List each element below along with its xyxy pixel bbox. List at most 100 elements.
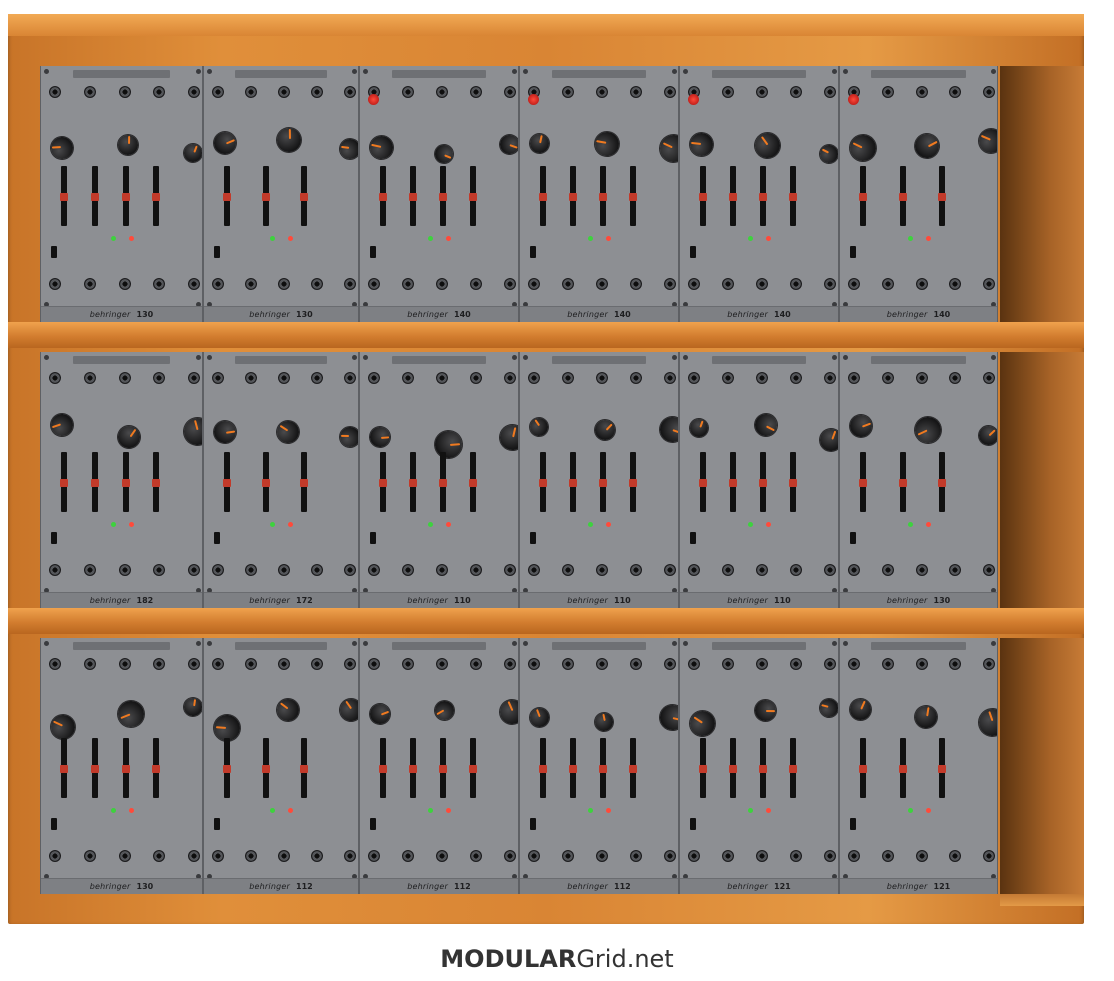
patch-jack[interactable]	[368, 658, 380, 670]
patch-jack[interactable]	[596, 278, 608, 290]
patch-jack[interactable]	[83, 278, 96, 290]
control-knob[interactable]	[272, 416, 304, 447]
patch-jack[interactable]	[49, 86, 61, 98]
patch-jack[interactable]	[188, 850, 200, 862]
range-switch[interactable]	[51, 532, 57, 544]
patch-jack[interactable]	[915, 86, 928, 98]
fader-slider[interactable]	[789, 452, 797, 512]
patch-jack[interactable]	[881, 850, 894, 862]
patch-jack[interactable]	[722, 86, 734, 98]
fader-slider[interactable]	[409, 166, 417, 226]
patch-jack[interactable]	[881, 564, 894, 576]
fader-slider[interactable]	[629, 166, 637, 226]
patch-jack[interactable]	[344, 372, 356, 384]
fader-slider[interactable]	[629, 452, 637, 512]
patch-jack[interactable]	[756, 372, 768, 384]
patch-jack[interactable]	[562, 278, 574, 290]
patch-jack[interactable]	[153, 850, 166, 862]
patch-jack[interactable]	[528, 564, 540, 576]
patch-jack[interactable]	[848, 850, 860, 862]
control-knob[interactable]	[182, 697, 202, 718]
patch-jack[interactable]	[402, 278, 414, 290]
patch-jack[interactable]	[212, 850, 224, 862]
patch-jack[interactable]	[790, 372, 802, 384]
fader-slider[interactable]	[599, 166, 607, 226]
control-knob[interactable]	[496, 695, 518, 728]
patch-jack[interactable]	[688, 278, 700, 290]
patch-jack[interactable]	[212, 564, 224, 576]
fader-slider[interactable]	[898, 452, 907, 512]
patch-jack[interactable]	[881, 278, 894, 290]
control-knob[interactable]	[846, 411, 876, 440]
patch-jack[interactable]	[756, 658, 768, 670]
fader-slider[interactable]	[759, 452, 767, 512]
patch-jack[interactable]	[848, 372, 860, 384]
fader-slider[interactable]	[898, 738, 907, 798]
control-knob[interactable]	[113, 421, 144, 452]
patch-jack[interactable]	[824, 372, 836, 384]
patch-jack[interactable]	[504, 850, 516, 862]
fader-slider[interactable]	[223, 452, 231, 512]
patch-jack[interactable]	[344, 278, 356, 290]
patch-jack[interactable]	[245, 564, 257, 576]
range-switch[interactable]	[850, 818, 856, 830]
fader-slider[interactable]	[859, 452, 867, 512]
range-switch[interactable]	[690, 532, 696, 544]
range-switch[interactable]	[51, 246, 57, 258]
patch-jack[interactable]	[722, 850, 734, 862]
patch-jack[interactable]	[915, 372, 928, 384]
fader-slider[interactable]	[759, 738, 767, 798]
fader-slider[interactable]	[599, 738, 607, 798]
patch-jack[interactable]	[596, 850, 608, 862]
fader-slider[interactable]	[379, 166, 387, 226]
patch-jack[interactable]	[504, 658, 516, 670]
patch-jack[interactable]	[436, 850, 448, 862]
control-knob[interactable]	[432, 142, 456, 166]
range-switch[interactable]	[690, 246, 696, 258]
manual-gate-button[interactable]	[688, 94, 699, 105]
patch-jack[interactable]	[630, 372, 642, 384]
patch-jack[interactable]	[983, 278, 995, 290]
fader-slider[interactable]	[261, 166, 270, 226]
patch-jack[interactable]	[311, 850, 323, 862]
patch-jack[interactable]	[881, 658, 894, 670]
patch-jack[interactable]	[949, 372, 962, 384]
patch-jack[interactable]	[504, 372, 516, 384]
control-knob[interactable]	[367, 133, 396, 161]
patch-jack[interactable]	[688, 372, 700, 384]
fader-slider[interactable]	[152, 738, 161, 798]
patch-jack[interactable]	[596, 658, 608, 670]
fader-slider[interactable]	[60, 738, 68, 798]
patch-jack[interactable]	[664, 850, 676, 862]
fader-slider[interactable]	[121, 452, 130, 512]
control-knob[interactable]	[434, 429, 463, 459]
range-switch[interactable]	[530, 532, 536, 544]
patch-jack[interactable]	[983, 658, 995, 670]
patch-jack[interactable]	[949, 278, 962, 290]
fader-slider[interactable]	[469, 452, 477, 512]
range-switch[interactable]	[850, 246, 856, 258]
patch-jack[interactable]	[504, 86, 516, 98]
control-knob[interactable]	[975, 422, 997, 450]
fader-slider[interactable]	[379, 452, 387, 512]
fader-slider[interactable]	[223, 738, 231, 798]
control-knob[interactable]	[335, 694, 358, 726]
patch-jack[interactable]	[983, 86, 995, 98]
patch-jack[interactable]	[722, 372, 734, 384]
patch-jack[interactable]	[470, 86, 482, 98]
patch-jack[interactable]	[983, 372, 995, 384]
patch-jack[interactable]	[153, 86, 166, 98]
control-knob[interactable]	[593, 711, 615, 733]
control-knob[interactable]	[590, 415, 620, 444]
patch-jack[interactable]	[278, 278, 290, 290]
patch-jack[interactable]	[688, 658, 700, 670]
patch-jack[interactable]	[368, 564, 380, 576]
patch-jack[interactable]	[153, 564, 166, 576]
patch-jack[interactable]	[848, 278, 860, 290]
patch-jack[interactable]	[311, 564, 323, 576]
fader-slider[interactable]	[859, 166, 867, 226]
patch-jack[interactable]	[311, 278, 323, 290]
patch-jack[interactable]	[212, 86, 224, 98]
patch-jack[interactable]	[630, 850, 642, 862]
control-knob[interactable]	[688, 131, 715, 157]
